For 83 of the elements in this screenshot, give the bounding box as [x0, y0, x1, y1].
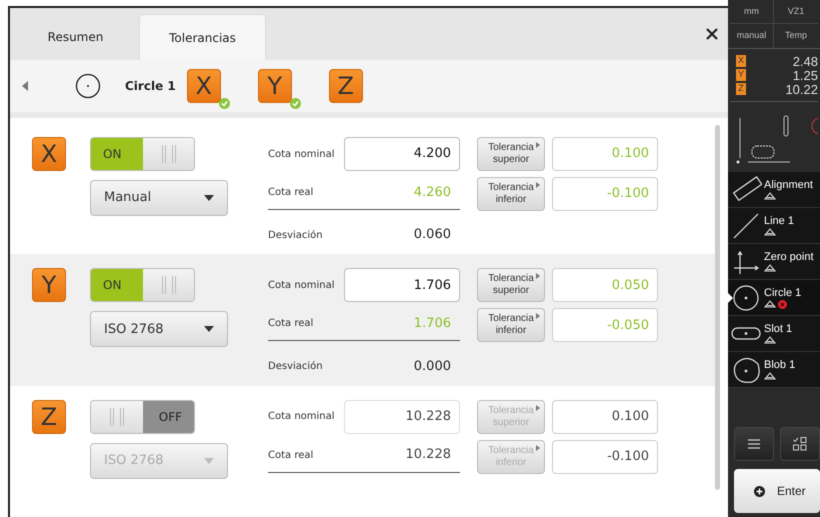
triangle-icon [764, 300, 776, 308]
nominal-input[interactable]: 1.706 [344, 268, 460, 302]
close-icon[interactable] [706, 28, 718, 40]
axis-label: Z [736, 83, 746, 95]
field-label: Desviación [268, 228, 323, 242]
tolerance-input[interactable]: 0.100 [552, 400, 658, 434]
axis-badge[interactable]: Y [32, 268, 66, 302]
arrow-icon [536, 444, 540, 451]
axis-badge[interactable]: Y [258, 69, 292, 103]
feature-list-item[interactable]: Line 1 [728, 208, 820, 244]
tolerance-button[interactable]: Tolerancia superior [477, 268, 545, 302]
axis-label: X [736, 55, 746, 67]
feature-label: Line 1 [764, 215, 794, 228]
menu-button[interactable] [734, 427, 774, 461]
feature-label: Slot 1 [764, 323, 792, 336]
axis-badge[interactable]: X [32, 137, 66, 171]
arrow-icon [536, 313, 540, 320]
on-off-switch[interactable]: ON [90, 137, 195, 171]
deviation-value: 0.000 [414, 358, 452, 376]
triangle-icon [764, 372, 776, 380]
caret-icon [204, 195, 214, 201]
tab[interactable]: Resumen [12, 14, 139, 60]
enter-button[interactable]: Enter [734, 469, 820, 513]
feature-list-item[interactable]: Slot 1 [728, 316, 820, 352]
scrollbar[interactable] [715, 125, 720, 490]
caret-icon [204, 458, 214, 464]
arrow-icon [536, 182, 540, 188]
field-label: Desviación [268, 360, 323, 374]
triangle-icon [764, 336, 776, 344]
feature-list-item[interactable]: Zero point [728, 244, 820, 280]
method-dropdown[interactable]: Manual [90, 180, 228, 216]
deviation-value: 0.060 [414, 226, 452, 244]
tolerance-input[interactable]: -0.100 [552, 440, 658, 474]
axis-badge[interactable]: Z [32, 400, 66, 434]
grid-button[interactable] [780, 427, 820, 461]
tolerance-button[interactable]: Tolerancia inferior [477, 177, 545, 211]
field-label: Cota nominal [268, 278, 335, 293]
field-label: Cota nominal [268, 148, 335, 162]
feature-label: Circle 1 [764, 286, 802, 300]
nominal-input[interactable]: 10.228 [344, 400, 460, 434]
feature-name: Circle 1 [125, 78, 176, 95]
field-label: Cota real [268, 317, 314, 332]
menu-icon [748, 439, 760, 449]
axis-label: Y [736, 69, 746, 81]
actual-value: 10.228 [406, 446, 452, 464]
tolerance-button[interactable]: Tolerancia inferior [477, 308, 545, 342]
feature-list-item[interactable]: Alignment [728, 172, 820, 208]
field-label: Cota real [268, 448, 314, 463]
triangle-icon [764, 192, 776, 200]
field-label: Cota real [268, 186, 314, 200]
plus-icon [754, 486, 765, 496]
method-dropdown[interactable]: ISO 2768 [90, 311, 228, 348]
status-cell[interactable]: VZ1 [774, 0, 818, 24]
tolerance-button[interactable]: Tolerancia superior [477, 137, 545, 171]
arrow-icon [536, 404, 540, 411]
status-cell[interactable]: manual [730, 24, 774, 48]
arrow-icon [536, 142, 540, 148]
on-off-switch[interactable]: ON [90, 268, 195, 302]
actual-value: 4.260 [414, 184, 452, 202]
axis-readout: 10.22 [785, 82, 818, 96]
arrow-icon [536, 273, 540, 280]
on-off-switch[interactable]: OFF [90, 400, 195, 434]
feature-list-item[interactable]: Blob 1 [728, 352, 820, 388]
nominal-input[interactable]: 4.200 [344, 137, 460, 171]
feature-label: Alignment [764, 179, 813, 192]
circle-shape-icon [75, 73, 101, 99]
feature-label: Blob 1 [764, 359, 796, 372]
status-cell[interactable]: Temp [774, 24, 818, 48]
feature-label: Zero point [764, 251, 814, 264]
tab[interactable]: Tolerancias [139, 14, 266, 60]
triangle-icon [764, 264, 776, 272]
axis-readout: 2.48 [792, 54, 818, 68]
back-arrow-icon[interactable] [22, 81, 28, 91]
actual-value: 1.706 [414, 315, 452, 334]
feature-list-item[interactable]: Circle 1 [728, 280, 820, 316]
grid-check-icon [793, 437, 807, 451]
axis-badge[interactable]: Z [328, 69, 363, 103]
caret-icon [204, 326, 214, 332]
triangle-icon [764, 228, 776, 236]
field-label: Cota nominal [268, 410, 335, 424]
status-cell[interactable]: mm [730, 0, 774, 24]
axis-badge[interactable]: X [186, 69, 221, 103]
axis-readout: 1.25 [792, 68, 818, 82]
